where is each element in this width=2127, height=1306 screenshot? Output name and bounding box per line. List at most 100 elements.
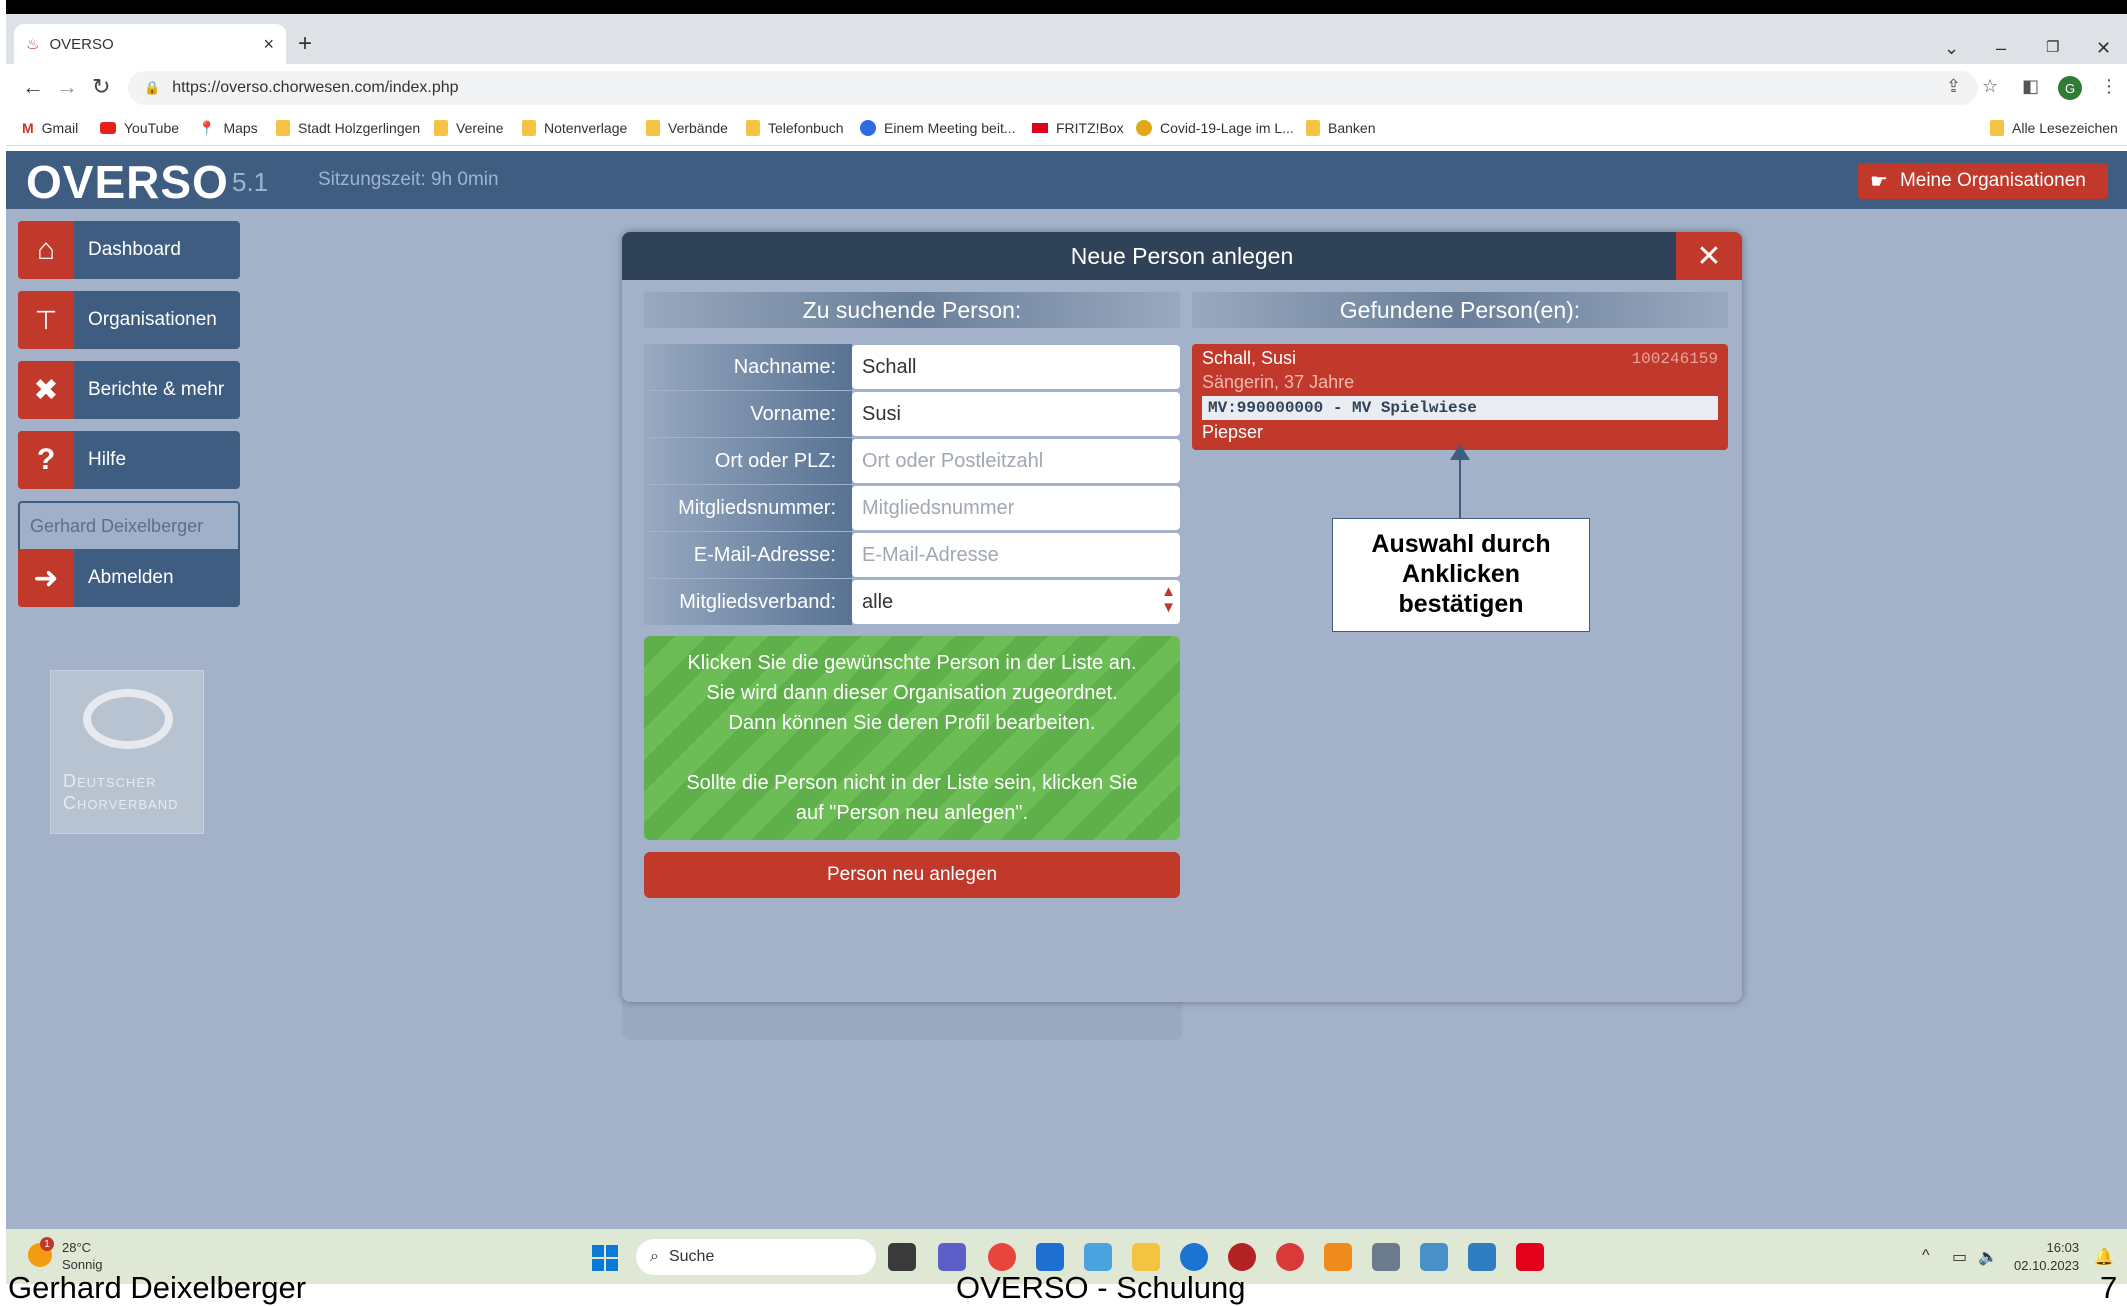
email-input[interactable] xyxy=(852,533,1180,577)
vlc-icon[interactable] xyxy=(1324,1243,1352,1271)
windows-start-icon[interactable] xyxy=(592,1245,618,1271)
folder-icon xyxy=(434,120,448,136)
result-membership: MV:990000000 - MV Spielwiese xyxy=(1202,396,1718,420)
vorname-input[interactable] xyxy=(852,392,1180,436)
home-icon: ⌂ xyxy=(18,221,74,279)
maps-pin-icon: 📍 xyxy=(198,120,216,136)
bookmark-folder[interactable]: Notenverlage xyxy=(522,120,627,136)
window-close-icon[interactable]: ✕ xyxy=(2096,38,2111,59)
address-bar-row: ← → ↻ 🔒 https://overso.chorwesen.com/ind… xyxy=(6,64,2127,112)
ort-row: Ort oder PLZ: xyxy=(644,438,1180,484)
tray-chevron-icon[interactable]: ^ xyxy=(1922,1247,1930,1265)
browser-tabstrip: ♨ OVERSO × + ⌄ – ❐ ✕ xyxy=(6,14,2127,64)
bookmark-folder[interactable]: Stadt Holzgerlingen xyxy=(276,120,420,136)
bookmark-gmail[interactable]: M Gmail xyxy=(22,120,78,136)
network-app-icon[interactable] xyxy=(1468,1243,1496,1271)
restore-icon[interactable]: ❐ xyxy=(2046,38,2059,56)
bookmark-youtube[interactable]: YouTube xyxy=(100,120,179,136)
youtube-icon xyxy=(100,122,116,134)
nachname-input[interactable] xyxy=(852,345,1180,389)
vm-app-icon[interactable] xyxy=(1228,1243,1256,1271)
sidebar-item-hilfe[interactable]: ? Hilfe xyxy=(18,431,240,489)
bookmark-folder[interactable]: Verbände xyxy=(646,120,728,136)
tools-icon: ✖ xyxy=(18,361,74,419)
folder-icon xyxy=(276,120,290,136)
bookmark-folder[interactable]: Banken xyxy=(1306,120,1375,136)
logout-button[interactable]: ➜ Abmelden xyxy=(18,549,240,607)
sidebar-item-berichte[interactable]: ✖ Berichte & mehr xyxy=(18,361,240,419)
tab-search-icon[interactable]: ⌄ xyxy=(1944,38,1959,59)
search-icon: ⌕ xyxy=(650,1248,659,1265)
new-person-dialog: Neue Person anlegen ✕ Zu suchende Person… xyxy=(622,232,1742,1002)
gmail-icon: M xyxy=(22,120,34,136)
sidebar-item-organisationen[interactable]: ⊤ Organisationen xyxy=(18,291,240,349)
deutscher-chorverband-logo: Deutscher Chorverband xyxy=(50,670,204,834)
minimize-icon[interactable]: – xyxy=(1996,38,2006,59)
pen-app-icon[interactable] xyxy=(1420,1243,1448,1271)
bookmark-star-icon[interactable]: ☆ xyxy=(1982,76,1998,97)
chrome-icon[interactable] xyxy=(988,1243,1016,1271)
menu-dots-icon[interactable]: ⋮ xyxy=(2100,76,2118,97)
overso-favicon-icon: ♨ xyxy=(26,36,40,53)
new-person-button[interactable]: Person neu anlegen xyxy=(644,852,1180,898)
reload-icon[interactable]: ↻ xyxy=(92,74,110,100)
control-panel-icon[interactable] xyxy=(1084,1243,1112,1271)
share-icon[interactable]: ⇪ xyxy=(1946,76,1961,97)
calculator-icon[interactable] xyxy=(1372,1243,1400,1271)
vp-app-icon[interactable] xyxy=(1276,1243,1304,1271)
browser-tab[interactable]: ♨ OVERSO × xyxy=(14,24,286,64)
lock-icon: 🔒 xyxy=(144,80,161,95)
network-icon[interactable]: ▭ xyxy=(1952,1247,1967,1267)
notification-bell-icon[interactable]: 🔔 xyxy=(2094,1247,2114,1267)
vorname-label: Vorname: xyxy=(644,391,852,437)
all-bookmarks[interactable]: Alle Lesezeichen xyxy=(1990,120,2118,136)
ort-input[interactable] xyxy=(852,439,1180,483)
result-choir: Piepser xyxy=(1202,422,1264,442)
session-time: Sitzungszeit: 9h 0min xyxy=(318,169,499,190)
overso-logo[interactable]: OVERSO xyxy=(26,155,229,209)
folder-icon xyxy=(522,120,536,136)
profile-avatar[interactable]: G xyxy=(2058,76,2082,100)
my-organisations-button[interactable]: ☛ Meine Organisationen xyxy=(1858,163,2108,199)
result-role: Sängerin, 37 Jahre xyxy=(1202,372,1355,392)
verband-select[interactable]: alle ▲ ▼ xyxy=(852,580,1180,624)
verband-row: Mitgliedsverband: alle ▲ ▼ xyxy=(644,579,1180,625)
footer-author: Gerhard Deixelberger xyxy=(8,1270,307,1305)
app-l-icon[interactable] xyxy=(1036,1243,1064,1271)
screen: ♨ OVERSO × + ⌄ – ❐ ✕ ← → ↻ 🔒 https://ove… xyxy=(6,0,2127,1284)
bookmark-maps[interactable]: 📍 Maps xyxy=(198,120,258,136)
question-icon: ? xyxy=(18,431,74,489)
tab-close-icon[interactable]: × xyxy=(263,34,274,55)
task-view-icon[interactable] xyxy=(888,1243,916,1271)
volume-icon[interactable]: 🔈 xyxy=(1978,1247,1998,1267)
result-item[interactable]: Schall, Susi 100246159 Sängerin, 37 Jahr… xyxy=(1192,344,1728,450)
file-explorer-icon[interactable] xyxy=(1132,1243,1160,1271)
email-row: E-Mail-Adresse: xyxy=(644,532,1180,578)
mitgliedsnummer-input[interactable] xyxy=(852,486,1180,530)
sidebar-item-dashboard[interactable]: ⌂ Dashboard xyxy=(18,221,240,279)
new-tab-button[interactable]: + xyxy=(298,30,312,58)
top-black-bar xyxy=(6,0,2127,14)
browser-app-icon[interactable] xyxy=(1180,1243,1208,1271)
bookmark-zoom[interactable]: Einem Meeting beit... xyxy=(860,120,1016,136)
verband-label: Mitgliedsverband: xyxy=(644,579,852,625)
forward-arrow-icon[interactable]: → xyxy=(56,74,78,100)
bookmark-folder[interactable]: Vereine xyxy=(434,120,503,136)
results-column-heading: Gefundene Person(en): xyxy=(1192,292,1728,328)
side-panel-icon[interactable]: ◧ xyxy=(2022,76,2039,97)
weather-widget[interactable]: 1 28°C Sonnig xyxy=(28,1237,102,1273)
chorverband-swirl-icon xyxy=(83,689,173,749)
slide-footer: Gerhard Deixelberger OVERSO - Schulung 7 xyxy=(0,1270,2127,1305)
dialog-close-button[interactable]: ✕ xyxy=(1676,232,1742,280)
teams-icon[interactable] xyxy=(938,1243,966,1271)
footer-page: 7 xyxy=(2100,1270,2118,1305)
url-field[interactable]: 🔒 https://overso.chorwesen.com/index.php xyxy=(128,71,1978,105)
select-arrows-icon: ▲ ▼ xyxy=(1161,583,1176,616)
pointing-hand-icon: ☛ xyxy=(1870,170,1888,193)
back-arrow-icon[interactable]: ← xyxy=(22,74,44,100)
bookmark-folder[interactable]: Telefonbuch xyxy=(746,120,844,136)
bookmark-fritzbox[interactable]: FRITZ!Box xyxy=(1032,120,1124,136)
ntv-icon[interactable] xyxy=(1516,1243,1544,1271)
bookmark-covid[interactable]: Covid-19-Lage im L... xyxy=(1136,120,1294,136)
folder-icon xyxy=(746,120,760,136)
